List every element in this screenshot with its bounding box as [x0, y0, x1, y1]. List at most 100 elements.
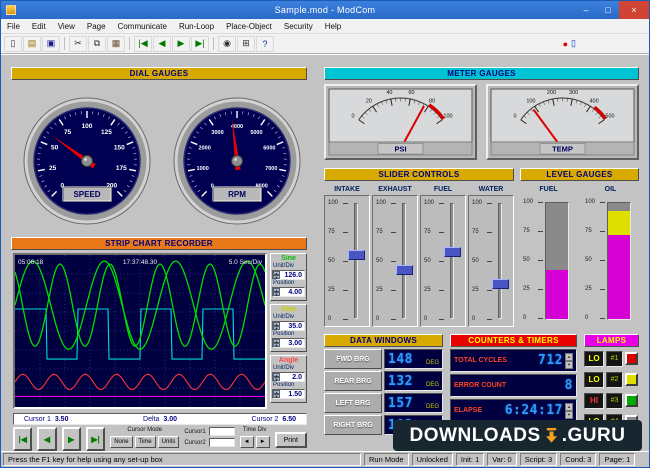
signal-box-sine: SineUnit/Div▲▼126.0Position▲▼4.00	[270, 253, 307, 301]
tick-mark	[538, 318, 543, 319]
slider-thumb[interactable]	[444, 247, 461, 257]
window-title: Sample.mod - ModCom	[1, 5, 649, 15]
slider-thumb[interactable]	[348, 250, 365, 260]
download-arrow-icon	[542, 426, 561, 445]
cursor-field-label: Cursor2	[184, 440, 205, 446]
counter-value: 712	[538, 353, 563, 368]
menu-item-page[interactable]: Page	[81, 19, 112, 33]
main-panel: DIAL GAUGES 0255075100125150175200SPEED …	[1, 54, 649, 451]
chart-nav-button-2[interactable]: ▶	[62, 427, 81, 451]
menu-item-file[interactable]: File	[1, 19, 26, 33]
first-icon[interactable]: |◀	[134, 36, 152, 52]
svg-text:RPM: RPM	[228, 190, 246, 199]
mode-button-units[interactable]: Units	[158, 436, 180, 448]
slider-thumb[interactable]	[396, 265, 413, 275]
level-panel: 1007550250	[582, 195, 639, 327]
chart-nav-button-0[interactable]: |◀	[13, 427, 32, 451]
spinner-buttons[interactable]: ▲▼	[273, 288, 280, 296]
save-icon[interactable]: ▣	[42, 36, 60, 52]
counter-label: ERROR COUNT	[454, 382, 565, 389]
slider-track-panel: 1007550250	[468, 195, 514, 327]
svg-text:25: 25	[49, 165, 57, 172]
level-bar	[545, 202, 569, 320]
slider-exhaust: EXHAUST1007550250	[372, 184, 418, 327]
slider-track-panel: 1007550250	[420, 195, 466, 327]
menu-item-help[interactable]: Help	[319, 19, 347, 33]
help-icon[interactable]: ?	[256, 36, 274, 52]
mode-button-none[interactable]: None	[110, 436, 132, 448]
status-page-1: Page: 1	[599, 453, 635, 466]
spinner-field[interactable]: ▲▼126.0	[272, 270, 305, 280]
tick-mark	[391, 261, 396, 262]
chart-nav-button-1[interactable]: ◀	[37, 427, 56, 451]
tick-mark	[487, 319, 492, 320]
status-bar: Press the F1 key for help using any set-…	[1, 451, 649, 467]
scale-label: 0	[585, 315, 588, 321]
tick-mark	[343, 290, 348, 291]
print-button[interactable]: Print	[275, 432, 307, 448]
menu-item-edit[interactable]: Edit	[26, 19, 52, 33]
spinner-field[interactable]: ▲▼1.50	[272, 389, 305, 399]
menu-item-security[interactable]: Security	[278, 19, 319, 33]
lamp-number-label: #2	[606, 372, 623, 388]
lamp-color-button[interactable]	[625, 373, 638, 386]
title-bar: Sample.mod - ModCom – □ ×	[1, 1, 649, 19]
menu-item-view[interactable]: View	[52, 19, 81, 33]
scale-label: 0	[424, 316, 427, 322]
chart-nav-button-3[interactable]: ▶|	[86, 427, 105, 451]
snapshot-icon[interactable]: ◉	[218, 36, 236, 52]
toolbar: ▯▤▣✂⧉▦|◀◀▶▶|◉⊞?●▯	[1, 34, 649, 54]
spinner-field[interactable]: ▲▼35.0	[272, 321, 305, 331]
lamp-color-button[interactable]	[625, 352, 638, 365]
level-fill	[546, 270, 568, 319]
counter-spinner[interactable]: ▲▼	[565, 403, 573, 419]
spinner-buttons[interactable]: ▲▼	[273, 390, 280, 398]
cursor-value-field[interactable]	[209, 438, 235, 447]
menu-item-communicate[interactable]: Communicate	[112, 19, 173, 33]
downloads-guru-watermark[interactable]: DOWNLOADS .GURU	[393, 420, 642, 451]
svg-text:0: 0	[351, 114, 354, 120]
time-div-button-1[interactable]: ►	[256, 436, 270, 448]
menu-item-place-object[interactable]: Place-Object	[220, 19, 278, 33]
menu-item-run-loop[interactable]: Run-Loop	[173, 19, 220, 33]
open-icon[interactable]: ▤	[23, 36, 41, 52]
scale-label: 50	[376, 258, 383, 264]
spinner-buttons[interactable]: ▲▼	[273, 322, 280, 330]
run-led-icon: ●	[563, 39, 568, 49]
tick-mark	[439, 290, 444, 291]
spinner-field[interactable]: ▲▼4.00	[272, 287, 305, 297]
prev-icon[interactable]: ◀	[153, 36, 171, 52]
new-icon[interactable]: ▯	[4, 36, 22, 52]
spinner-field[interactable]: ▲▼2.0	[272, 372, 305, 382]
maximize-button[interactable]: □	[597, 1, 619, 19]
copy-icon[interactable]: ⧉	[88, 36, 106, 52]
strip-chart-header: STRIP CHART RECORDER	[11, 237, 307, 250]
counter-label: TOTAL CYCLES	[454, 357, 538, 364]
spinner-buttons[interactable]: ▲▼	[273, 271, 280, 279]
mode-button-time[interactable]: Time	[135, 436, 156, 448]
lcd-unit: DEG	[426, 360, 439, 368]
cursor-value-field[interactable]	[209, 427, 235, 436]
time-div-label: Time Div	[240, 427, 270, 434]
time-div-button-0[interactable]: ◄	[240, 436, 254, 448]
scale-label: 25	[376, 287, 383, 293]
signal-box-angle: AngleUnit/Div▲▼2.0Position▲▼1.50	[270, 355, 307, 403]
minimize-button[interactable]: –	[575, 1, 597, 19]
unit-div-label: Unit/Div	[272, 263, 305, 270]
lamp-color-button[interactable]	[625, 394, 638, 407]
calculator-icon[interactable]: ⊞	[237, 36, 255, 52]
slider-label: WATER	[468, 184, 514, 195]
slider-thumb[interactable]	[492, 279, 509, 289]
svg-text:80: 80	[429, 98, 435, 104]
lcd-display: 148DEG	[384, 349, 443, 369]
counter-spinner[interactable]: ▲▼	[565, 353, 573, 369]
cut-icon[interactable]: ✂	[69, 36, 87, 52]
spinner-buttons[interactable]: ▲▼	[273, 339, 280, 347]
close-button[interactable]: ×	[619, 1, 649, 19]
spinner-field[interactable]: ▲▼3.00	[272, 338, 305, 348]
spinner-buttons[interactable]: ▲▼	[273, 373, 280, 381]
last-icon[interactable]: ▶|	[191, 36, 209, 52]
play-icon[interactable]: ▶	[172, 36, 190, 52]
paste-icon[interactable]: ▦	[107, 36, 125, 52]
svg-text:100: 100	[526, 98, 535, 104]
